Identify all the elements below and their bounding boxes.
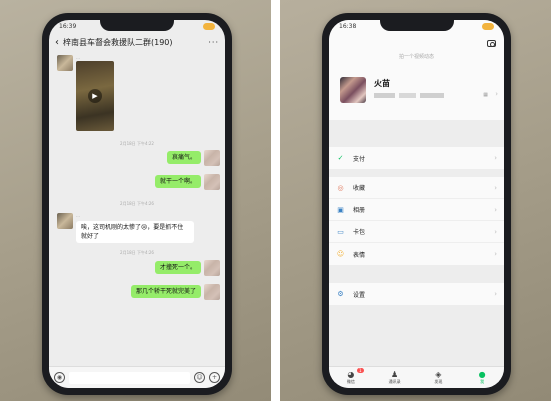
chevron-right-icon: › — [494, 205, 497, 214]
chevron-right-icon: › — [494, 154, 497, 162]
tab-me[interactable]: ● 我 — [460, 367, 504, 388]
tab-contacts[interactable]: ♟ 通讯录 — [373, 367, 417, 388]
more-icon[interactable]: ··· — [208, 38, 219, 47]
sticker-icon: ☺ — [336, 250, 345, 258]
avatar[interactable] — [204, 284, 220, 300]
avatar[interactable] — [57, 55, 73, 71]
avatar[interactable] — [204, 174, 220, 190]
chevron-right-icon[interactable]: › — [495, 90, 498, 98]
menu-group-settings: ⚙ 设置 › — [329, 283, 504, 305]
call-pill — [203, 23, 215, 30]
menu-item-label: 相册 — [353, 207, 366, 214]
message-list: … ▶ 2月18日 下午4:22 哀痛气。 就干一个啊。 2月18日 下午4:2… — [49, 53, 225, 364]
menu-item-pay[interactable]: ✓ 支付 › — [329, 147, 504, 169]
video-message[interactable]: ▶ — [76, 61, 114, 131]
compass-icon: ◈ — [435, 370, 442, 379]
chat-icon: ◕ — [347, 370, 355, 379]
gear-icon: ⚙ — [337, 290, 344, 298]
status-time: 16:38 — [339, 23, 357, 30]
voice-icon[interactable]: ◉ — [54, 372, 65, 383]
timestamp: 2月18日 下午4:26 — [120, 250, 154, 255]
chat-screen: 16:39 ‹ 梓南县车督会救援队二群(190) ··· … ▶ 2月18日 下… — [49, 20, 225, 388]
chevron-right-icon: › — [494, 183, 497, 192]
left-photo: 16:39 ‹ 梓南县车督会救援队二群(190) ··· … ▶ 2月18日 下… — [0, 0, 271, 401]
person-icon: ● — [478, 370, 486, 379]
chevron-right-icon: › — [494, 290, 497, 298]
plus-icon[interactable]: + — [209, 372, 220, 383]
profile-header: 16:38 拍一个视频动态 火苗 ▦ › — [329, 20, 504, 120]
message-input[interactable] — [69, 371, 190, 384]
right-photo: 16:38 拍一个视频动态 火苗 ▦ › ✓ 支付 › ◎ 收藏 › ▣ 相册 … — [280, 0, 551, 401]
unread-badge: 1 — [357, 368, 364, 373]
me-screen: 16:38 拍一个视频动态 火苗 ▦ › ✓ 支付 › ◎ 收藏 › ▣ 相册 … — [329, 20, 504, 388]
chevron-right-icon: › — [494, 250, 497, 258]
avatar[interactable] — [204, 150, 220, 166]
timestamp: 2月18日 下午4:26 — [120, 201, 154, 206]
story-prompt[interactable]: 拍一个视频动态 — [329, 53, 504, 60]
tab-label: 通讯录 — [388, 379, 401, 384]
tab-label: 发现 — [434, 379, 443, 384]
menu-item-label: 收藏 — [353, 185, 366, 192]
menu-item-album[interactable]: ▣ 相册 › — [329, 199, 504, 221]
menu-group-pay: ✓ 支付 › — [329, 147, 504, 169]
profile-id-blurred — [374, 93, 444, 98]
avatar[interactable] — [204, 260, 220, 276]
chevron-right-icon: › — [494, 227, 497, 236]
contacts-icon: ♟ — [391, 370, 399, 379]
emoji-icon[interactable]: ☺ — [194, 372, 205, 383]
play-icon[interactable]: ▶ — [88, 89, 102, 103]
input-bar: ◉ ☺ + — [49, 366, 225, 388]
sender-name: … — [76, 55, 80, 60]
chat-bubble[interactable]: 就干一个啊。 — [154, 175, 201, 188]
menu-item-label: 设置 — [353, 291, 366, 299]
menu-group-main: ◎ 收藏 › ▣ 相册 › ▭ 卡包 › ☺ 表情 › — [329, 177, 504, 265]
menu-item-label: 卡包 — [353, 229, 366, 236]
menu-item-stickers[interactable]: ☺ 表情 › — [329, 243, 504, 265]
right-phone: 16:38 拍一个视频动态 火苗 ▦ › ✓ 支付 › ◎ 收藏 › ▣ 相册 … — [322, 13, 511, 395]
menu-item-settings[interactable]: ⚙ 设置 › — [329, 283, 504, 305]
chat-bubble[interactable]: 唉，这司机刚的太惨了😢，要是抓不住就好了 — [76, 221, 194, 243]
left-phone: 16:39 ‹ 梓南县车督会救援队二群(190) ··· … ▶ 2月18日 下… — [42, 13, 232, 395]
status-time: 16:39 — [59, 23, 77, 30]
menu-item-label: 表情 — [353, 251, 366, 259]
call-pill — [482, 23, 494, 30]
card-wallet-icon: ▭ — [337, 227, 344, 236]
avatar[interactable] — [57, 213, 73, 229]
chat-bubble[interactable]: 那几个轿干死就完美了 — [130, 285, 201, 298]
tab-discover[interactable]: ◈ 发现 — [417, 367, 461, 388]
phone-notch — [379, 20, 454, 31]
timestamp: 2月18日 下午4:22 — [120, 141, 154, 146]
chat-bubble[interactable]: 才撞死一个。 — [154, 261, 201, 274]
favorites-icon: ◎ — [337, 183, 344, 192]
pay-icon: ✓ — [337, 154, 344, 162]
menu-item-favorites[interactable]: ◎ 收藏 › — [329, 177, 504, 199]
menu-item-cards[interactable]: ▭ 卡包 › — [329, 221, 504, 243]
chat-header: ‹ 梓南县车督会救援队二群(190) ··· — [49, 33, 225, 51]
album-icon: ▣ — [337, 205, 344, 214]
profile-name: 火苗 — [374, 79, 390, 88]
sender-name: … — [76, 213, 80, 218]
tab-label: 我 — [480, 379, 485, 384]
menu-item-label: 支付 — [353, 155, 366, 163]
tab-label: 微信 — [346, 379, 355, 384]
chat-title: 梓南县车督会救援队二群(190) — [63, 37, 173, 47]
qr-code-icon[interactable]: ▦ — [483, 92, 488, 98]
back-icon[interactable]: ‹ — [55, 37, 59, 48]
avatar[interactable] — [340, 77, 366, 103]
phone-notch — [100, 20, 174, 31]
camera-icon[interactable] — [487, 40, 496, 47]
chat-bubble[interactable]: 哀痛气。 — [166, 151, 201, 164]
bottom-tab-bar: ◕ 微信 1 ♟ 通讯录 ◈ 发现 ● 我 — [329, 366, 504, 388]
tab-chats[interactable]: ◕ 微信 1 — [329, 367, 373, 388]
